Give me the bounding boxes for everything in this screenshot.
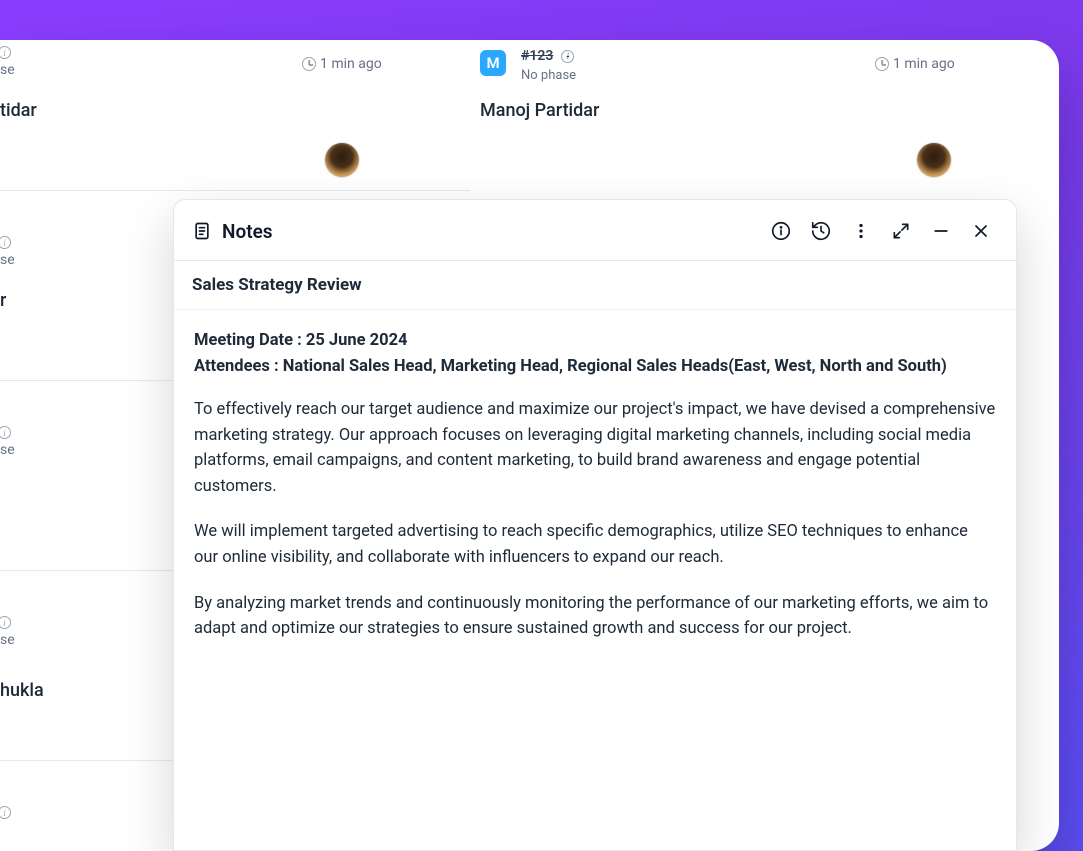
phase-text: se <box>0 62 15 78</box>
phase-label: se <box>0 442 15 458</box>
avatar <box>324 142 360 178</box>
card-author: tidar <box>0 100 37 121</box>
phase-info: i <box>0 426 11 439</box>
app-window: i se 1 min ago tidar M #123 i No phase 1… <box>0 40 1059 851</box>
note-paragraph: We will implement targeted advertising t… <box>194 519 996 570</box>
card-timestamp: 1 min ago <box>875 56 955 72</box>
ticket-id-text: #123 <box>521 48 553 64</box>
minimize-button[interactable] <box>924 214 958 248</box>
phase-label: se <box>0 62 15 78</box>
divider <box>0 190 470 191</box>
phase-label: No phase <box>521 68 576 83</box>
card-header: M <box>480 50 506 76</box>
phase-label: se <box>0 632 15 648</box>
note-body[interactable]: Meeting Date : 25 June 2024 Attendees : … <box>174 310 1016 850</box>
ticket-id: #123 i <box>521 48 574 64</box>
card-author: hukla <box>0 680 44 701</box>
phase-info: i <box>0 616 11 629</box>
info-icon: i <box>0 806 11 819</box>
card-timestamp: 1 min ago <box>302 56 382 72</box>
notes-panel-title: Notes <box>222 220 273 243</box>
phase-text: se <box>0 252 15 268</box>
project-badge: M <box>480 50 506 76</box>
phase-text: No phase <box>521 68 576 83</box>
notes-icon <box>192 221 212 241</box>
meeting-date-label: Meeting Date : <box>194 331 306 350</box>
attendees-value: National Sales Head, Marketing Head, Reg… <box>283 357 947 376</box>
info-icon: i <box>0 46 11 59</box>
note-title: Sales Strategy Review <box>174 260 1016 310</box>
note-paragraph: By analyzing market trends and continuou… <box>194 591 996 642</box>
phase-info: i <box>0 46 11 59</box>
attendees-label: Attendees : <box>194 357 283 376</box>
info-icon: i <box>0 426 11 439</box>
note-metadata: Meeting Date : 25 June 2024 Attendees : … <box>194 328 996 379</box>
phase-text: se <box>0 632 15 648</box>
info-icon: i <box>0 616 11 629</box>
card-author: r <box>0 290 6 311</box>
card-author: Manoj Partidar <box>480 100 599 121</box>
time-text: 1 min ago <box>893 56 955 72</box>
info-icon: i <box>561 50 574 63</box>
info-button[interactable] <box>764 214 798 248</box>
avatar <box>916 142 952 178</box>
clock-icon <box>302 57 316 71</box>
phase-info: i <box>0 236 11 249</box>
clock-icon <box>875 57 889 71</box>
time-text: 1 min ago <box>320 56 382 72</box>
notes-panel: Notes <box>173 199 1017 851</box>
note-paragraph: To effectively reach our target audience… <box>194 397 996 499</box>
expand-button[interactable] <box>884 214 918 248</box>
history-button[interactable] <box>804 214 838 248</box>
info-icon: i <box>0 236 11 249</box>
phase-label: se <box>0 252 15 268</box>
close-button[interactable] <box>964 214 998 248</box>
notes-panel-header: Notes <box>174 200 1016 260</box>
meeting-date-value: 25 June 2024 <box>306 331 408 350</box>
phase-text: se <box>0 442 15 458</box>
more-options-button[interactable] <box>844 214 878 248</box>
phase-info: i <box>0 806 11 819</box>
